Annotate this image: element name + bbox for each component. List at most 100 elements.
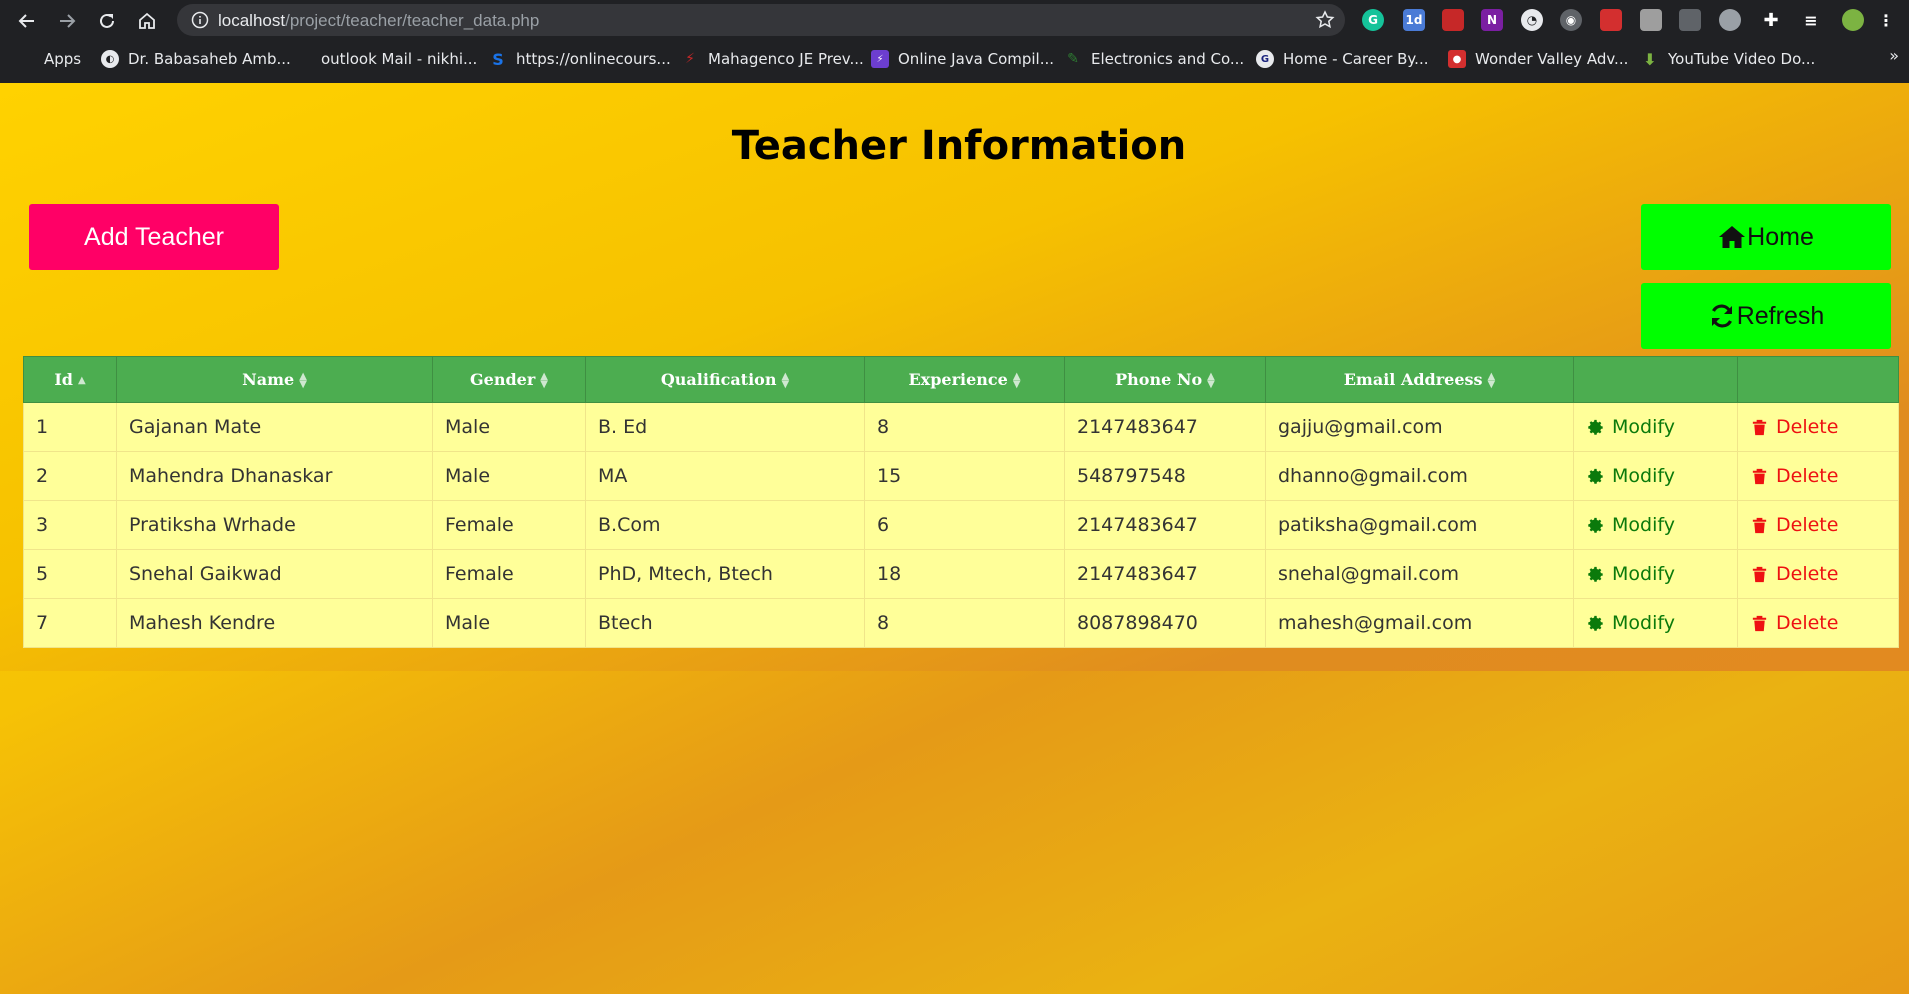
refresh-button-label: Refresh	[1736, 301, 1825, 330]
extension-speed-icon[interactable]: ◔	[1521, 9, 1543, 31]
cell-name: Mahendra Dhanaskar	[116, 451, 433, 501]
cell-gender: Male	[432, 598, 586, 648]
extension-calendar-icon[interactable]: 1d	[1403, 9, 1425, 31]
extensions-puzzle-icon[interactable]: ✚	[1760, 9, 1782, 31]
bookmark-youtube-downloader[interactable]: ⬇ YouTube Video Do...	[1641, 48, 1815, 70]
modify-link[interactable]: Modify	[1586, 514, 1737, 536]
home-nav-button[interactable]	[132, 6, 162, 36]
star-icon[interactable]	[1315, 10, 1335, 30]
reload-button[interactable]	[92, 6, 122, 36]
modify-label: Modify	[1612, 612, 1675, 634]
cell-delete: Delete	[1737, 598, 1899, 648]
cell-email: patiksha@gmail.com	[1265, 500, 1574, 550]
delete-link[interactable]: Delete	[1750, 514, 1898, 536]
url-host: localhost	[218, 11, 286, 30]
column-header-name[interactable]: Name ▲ ▼	[116, 356, 433, 403]
modify-link[interactable]: Modify	[1586, 416, 1737, 438]
cell-email: gajju@gmail.com	[1265, 402, 1574, 452]
url-path: /project/teacher/teacher_data.php	[285, 11, 540, 30]
extension-book-icon[interactable]	[1442, 9, 1464, 31]
address-bar[interactable]: localhost/project/teacher/teacher_data.p…	[177, 4, 1345, 36]
delete-link[interactable]: Delete	[1750, 612, 1898, 634]
bookmark-label: https://onlinecours...	[516, 50, 671, 68]
microsoft-icon	[294, 50, 312, 68]
career-icon: G	[1256, 50, 1274, 68]
cell-gender: Female	[432, 500, 586, 550]
bookmark-career[interactable]: G Home - Career By...	[1256, 48, 1428, 70]
cell-qualification: PhD, Mtech, Btech	[585, 549, 865, 599]
delete-link[interactable]: Delete	[1750, 416, 1898, 438]
media-queue-icon[interactable]: ≡	[1800, 9, 1822, 31]
header-label: Gender	[470, 370, 536, 389]
delete-label: Delete	[1776, 514, 1839, 536]
bookmark-onlinecourses[interactable]: S https://onlinecours...	[489, 48, 671, 70]
cell-modify: Modify	[1573, 402, 1738, 452]
cell-id: 7	[23, 598, 117, 648]
cell-id: 1	[23, 402, 117, 452]
avatar[interactable]	[1842, 9, 1864, 31]
delete-link[interactable]: Delete	[1750, 563, 1898, 585]
apps-grid-icon	[19, 51, 35, 67]
extension-image-icon[interactable]	[1640, 9, 1662, 31]
extension-bulb-icon[interactable]: ◉	[1560, 9, 1582, 31]
column-header-gender[interactable]: Gender ▲ ▼	[432, 356, 586, 403]
bookmark-wonder-valley[interactable]: ● Wonder Valley Adv...	[1448, 48, 1628, 70]
table-row: 2 Mahendra Dhanaskar Male MA 15 54879754…	[23, 451, 1899, 501]
cell-delete: Delete	[1737, 402, 1899, 452]
bookmarks-bar: Apps ◐ Dr. Babasaheb Amb... outlook Mail…	[0, 44, 1909, 74]
column-header-qualification[interactable]: Qualification ▲ ▼	[585, 356, 865, 403]
column-header-experience[interactable]: Experience ▲ ▼	[864, 356, 1065, 403]
extension-clock-icon[interactable]	[1719, 9, 1741, 31]
sort-icon: ▲ ▼	[1207, 370, 1215, 390]
bookmarks-overflow-icon[interactable]: »	[1889, 46, 1899, 65]
bookmark-electronics[interactable]: ✎ Electronics and Co...	[1064, 48, 1244, 70]
modify-link[interactable]: Modify	[1586, 612, 1737, 634]
back-button[interactable]	[12, 6, 42, 36]
onenote-icon[interactable]: N	[1481, 9, 1503, 31]
bookmark-apps[interactable]: Apps	[19, 48, 81, 70]
gear-icon	[1588, 419, 1603, 435]
menu-icon[interactable]: ⋮	[1875, 9, 1897, 31]
extension-print-icon[interactable]	[1679, 9, 1701, 31]
cell-modify: Modify	[1573, 598, 1738, 648]
delete-label: Delete	[1776, 465, 1839, 487]
cell-email: mahesh@gmail.com	[1265, 598, 1574, 648]
add-teacher-button[interactable]: Add Teacher	[29, 204, 279, 270]
cell-delete: Delete	[1737, 549, 1899, 599]
refresh-button[interactable]: Refresh	[1641, 283, 1891, 349]
bookmark-babasaheb[interactable]: ◐ Dr. Babasaheb Amb...	[101, 48, 291, 70]
sort-asc-icon: ▲	[77, 374, 86, 386]
trash-icon	[1752, 566, 1767, 582]
modify-link[interactable]: Modify	[1586, 563, 1737, 585]
grammarly-icon[interactable]: G	[1362, 9, 1384, 31]
delete-label: Delete	[1776, 612, 1839, 634]
bookmark-mahagenco[interactable]: ⚡ Mahagenco JE Prev...	[681, 48, 864, 70]
header-label: Id	[54, 370, 73, 389]
cell-experience: 8	[864, 598, 1065, 648]
home-button[interactable]: Home	[1641, 204, 1891, 270]
bookmark-label: Online Java Compil...	[898, 50, 1055, 68]
s-logo-icon: S	[492, 49, 504, 69]
forward-button[interactable]	[52, 6, 82, 36]
column-header-id[interactable]: Id ▲	[23, 356, 117, 403]
cell-name: Gajanan Mate	[116, 402, 433, 452]
table-header-row: Id ▲ Name ▲ ▼ Gender ▲ ▼ Qualification ▲ ▼ Expe…	[23, 356, 1899, 403]
arrow-right-icon	[60, 14, 76, 28]
cell-phone: 2147483647	[1064, 500, 1266, 550]
delete-link[interactable]: Delete	[1750, 465, 1898, 487]
bookmark-outlook[interactable]: outlook Mail - nikhi...	[294, 48, 477, 70]
column-header-phone[interactable]: Phone No ▲ ▼	[1064, 356, 1266, 403]
bookmark-java-compiler[interactable]: ⚡ Online Java Compil...	[871, 48, 1054, 70]
header-label: Email Addreess	[1343, 370, 1483, 389]
bookmark-label: YouTube Video Do...	[1668, 50, 1816, 68]
modify-link[interactable]: Modify	[1586, 465, 1737, 487]
cell-phone: 548797548	[1064, 451, 1266, 501]
extension-game-icon[interactable]	[1600, 9, 1622, 31]
sort-icon: ▲ ▼	[1487, 370, 1496, 390]
column-header-email[interactable]: Email Addreess ▲ ▼	[1265, 356, 1574, 403]
home-outline-icon	[139, 12, 155, 29]
sort-icon: ▲ ▼	[540, 370, 548, 390]
bookmark-label: outlook Mail - nikhi...	[321, 50, 478, 68]
cell-id: 2	[23, 451, 117, 501]
cell-qualification: B. Ed	[585, 402, 865, 452]
